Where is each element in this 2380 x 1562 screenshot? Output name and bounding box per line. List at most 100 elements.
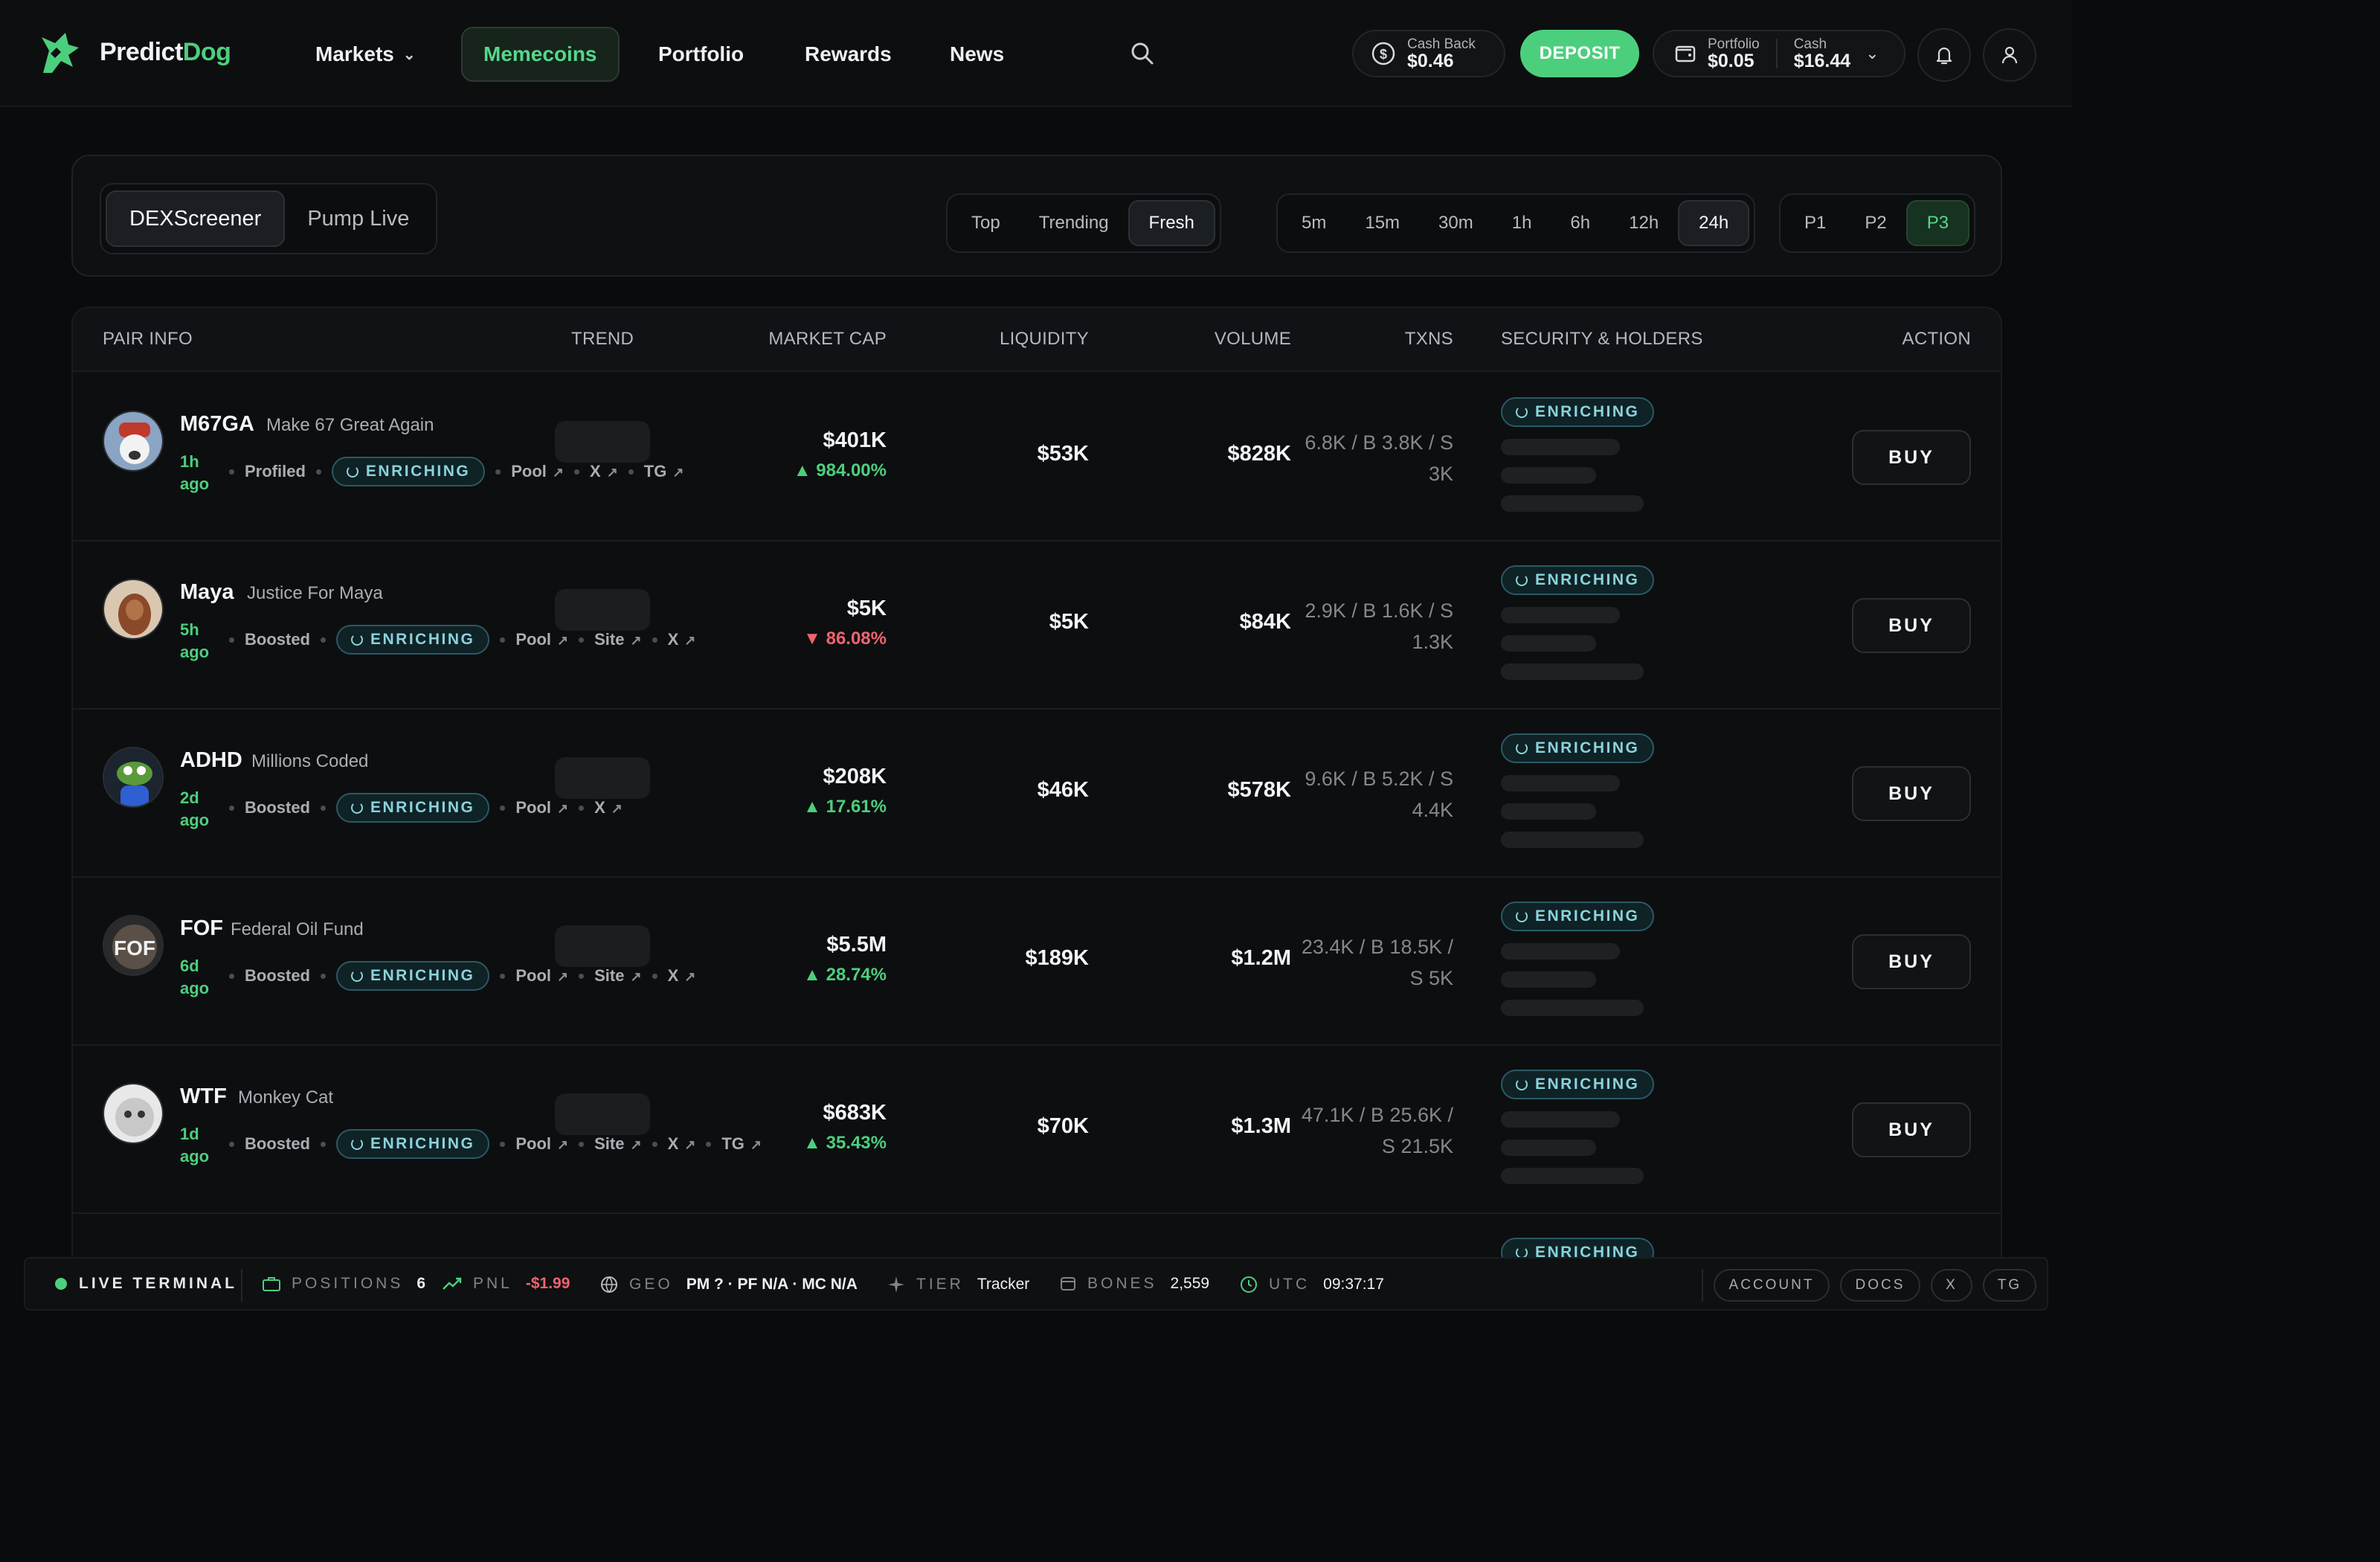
account-button[interactable] [1983, 28, 2036, 82]
liquidity-value: $5K [1049, 610, 1089, 634]
link-x[interactable]: X ↗ [668, 966, 696, 986]
table-row[interactable]: FOF FOF Federal Oil Fund 6d ago Boosted … [73, 878, 2001, 1046]
sort-trending[interactable]: Trending [1020, 200, 1128, 246]
link-tg[interactable]: TG ↗ [721, 1134, 762, 1154]
external-link-icon: ↗ [684, 969, 696, 984]
timeframe-5m[interactable]: 5m [1282, 200, 1345, 246]
link-pool[interactable]: Pool ↗ [515, 966, 568, 986]
enriching-badge: ENRICHING [1501, 397, 1655, 427]
external-link-icon: ↗ [672, 465, 684, 480]
security-holders: ENRICHING [1501, 733, 1655, 848]
trend-sparkline-placeholder [555, 925, 650, 967]
timeframe-6h[interactable]: 6h [1551, 200, 1609, 246]
page-2[interactable]: P2 [1845, 200, 1905, 246]
external-link-icon: ↗ [552, 465, 565, 480]
link-x[interactable]: X ↗ [590, 462, 618, 481]
table-row[interactable]: Maya Justice For Maya 5h ago Boosted ENR… [73, 541, 2001, 710]
search-icon[interactable] [1128, 39, 1157, 68]
link-tg[interactable]: TG ↗ [644, 462, 684, 481]
timeframe-30m[interactable]: 30m [1419, 200, 1493, 246]
buy-button[interactable]: BUY [1852, 430, 1971, 485]
link-site[interactable]: Site ↗ [594, 966, 641, 986]
link-x[interactable]: X ↗ [668, 1134, 696, 1154]
token-name: Monkey Cat [238, 1087, 334, 1108]
nav-markets[interactable]: Markets ⌄ [295, 27, 437, 82]
utc-clock: UTC 09:37:17 [1239, 1275, 1384, 1294]
token-name: Justice For Maya [247, 583, 383, 603]
table-row[interactable]: M67GA Make 67 Great Again 1h ago Profile… [73, 373, 2001, 541]
enriching-badge: ENRICHING [1501, 733, 1655, 763]
x-link[interactable]: X [1931, 1269, 1972, 1302]
nav-rewards[interactable]: Rewards [784, 27, 913, 82]
table-row[interactable]: WTF Monkey Cat 1d ago Boosted ENRICHING … [73, 1046, 2001, 1214]
token-age: 1d ago [180, 1125, 210, 1166]
security-holders: ENRICHING [1501, 565, 1655, 680]
positions-stat[interactable]: POSITIONS 6 [262, 1275, 425, 1293]
timeframe-1h[interactable]: 1h [1493, 200, 1551, 246]
docs-link[interactable]: DOCS [1840, 1269, 1920, 1302]
source-pump-live[interactable]: Pump Live [285, 190, 431, 247]
security-holders: ENRICHING [1501, 1070, 1655, 1184]
token-ticker[interactable]: WTF [180, 1084, 227, 1109]
token-ticker[interactable]: M67GA [180, 412, 254, 437]
link-pool[interactable]: Pool ↗ [511, 462, 564, 481]
timeframe-15m[interactable]: 15m [1345, 200, 1419, 246]
col-pair-info: PAIR INFO [103, 329, 193, 349]
buy-button[interactable]: BUY [1852, 766, 1971, 821]
nav-portfolio[interactable]: Portfolio [637, 27, 765, 82]
page-3[interactable]: P3 [1905, 200, 1970, 246]
live-dot-icon [55, 1278, 67, 1290]
token-name: Make 67 Great Again [266, 415, 434, 435]
link-x[interactable]: X ↗ [668, 630, 696, 649]
buy-button[interactable]: BUY [1852, 934, 1971, 989]
token-ticker[interactable]: ADHD [180, 748, 242, 773]
telegram-link[interactable]: TG [1983, 1269, 2036, 1302]
account-link[interactable]: ACCOUNT [1714, 1269, 1830, 1302]
cashback-pill[interactable]: $ Cash Back $0.46 [1352, 30, 1505, 77]
sort-top[interactable]: Top [952, 200, 1020, 246]
dollar-coin-icon: $ [1371, 42, 1395, 65]
external-link-icon: ↗ [611, 801, 623, 816]
col-volume: VOLUME [1214, 329, 1291, 349]
token-ticker[interactable]: Maya [180, 580, 234, 605]
link-pool[interactable]: Pool ↗ [515, 1134, 568, 1154]
deposit-button[interactable]: DEPOSIT [1520, 30, 1639, 77]
portfolio-label: Portfolio [1708, 36, 1760, 52]
enriching-badge: ENRICHING [1501, 565, 1655, 595]
source-dexscreener[interactable]: DEXScreener [106, 190, 286, 247]
link-site[interactable]: Site ↗ [594, 1134, 641, 1154]
txns-value: 23.4K / B 18.5K / S 5K [1301, 936, 1453, 989]
token-avatar [103, 411, 164, 472]
txns-value: 2.9K / B 1.6K / S 1.3K [1305, 600, 1453, 653]
trend-sparkline-placeholder [555, 589, 650, 631]
nav-news[interactable]: News [929, 27, 1025, 82]
external-link-icon: ↗ [557, 801, 569, 816]
token-name: Federal Oil Fund [231, 919, 364, 939]
token-ticker[interactable]: FOF [180, 916, 223, 941]
buy-button[interactable]: BUY [1852, 598, 1971, 653]
sort-fresh[interactable]: Fresh [1128, 200, 1215, 246]
external-link-icon: ↗ [630, 1137, 642, 1152]
security-holders: ENRICHING [1501, 397, 1655, 512]
brand-logo[interactable]: PredictDog [36, 28, 231, 76]
link-x[interactable]: X ↗ [594, 798, 623, 817]
balance-pill[interactable]: Portfolio $0.05 Cash $16.44 ⌄ [1653, 30, 1905, 77]
trend-up-icon [443, 1277, 462, 1290]
liquidity-value: $189K [1025, 946, 1089, 970]
nav-memecoins[interactable]: Memecoins [461, 27, 620, 82]
timeframe-24h[interactable]: 24h [1678, 200, 1750, 246]
table-row[interactable]: ADHD Millions Coded 2d ago Boosted ENRIC… [73, 710, 2001, 878]
link-site[interactable]: Site ↗ [594, 630, 641, 649]
link-pool[interactable]: Pool ↗ [515, 798, 568, 817]
globe-icon [601, 1276, 617, 1293]
notifications-button[interactable] [1917, 28, 1971, 82]
token-age: 6d ago [180, 957, 210, 997]
token-age: 2d ago [180, 788, 210, 829]
page-1[interactable]: P1 [1785, 200, 1845, 246]
spinner-icon [351, 970, 363, 982]
chevron-down-icon[interactable]: ⌄ [1865, 44, 1879, 63]
timeframe-12h[interactable]: 12h [1609, 200, 1678, 246]
link-pool[interactable]: Pool ↗ [515, 630, 568, 649]
buy-button[interactable]: BUY [1852, 1102, 1971, 1157]
liquidity-value: $46K [1037, 778, 1089, 802]
